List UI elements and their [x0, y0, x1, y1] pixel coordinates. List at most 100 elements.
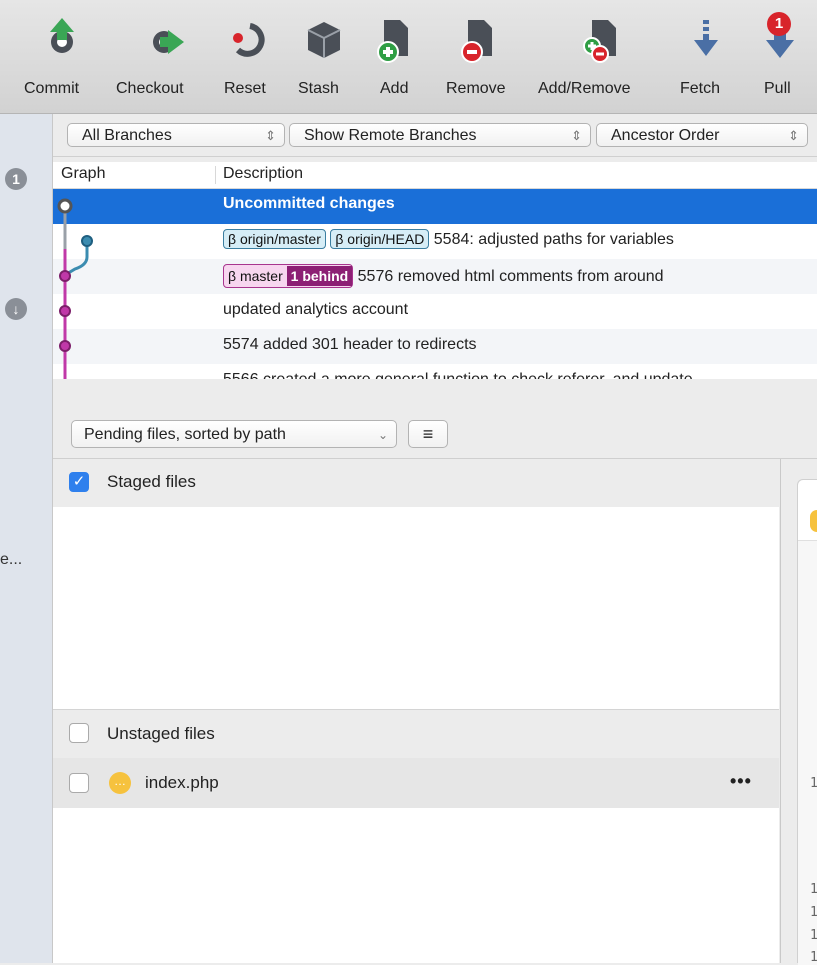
commit-graph [57, 198, 93, 379]
graph-node-origin [81, 235, 93, 247]
commit-description-line: β origin/master β origin/HEAD 5584: adju… [223, 229, 674, 249]
reset-label: Reset [224, 80, 266, 97]
branch-tag-label: master [239, 268, 283, 284]
branch-icon: β [228, 268, 240, 284]
add-remove-label: Add/Remove [538, 80, 631, 97]
graph-node-uncommitted [57, 198, 73, 214]
commit-description: Uncommitted changes [223, 195, 395, 212]
download-icon: ↓ [5, 298, 27, 320]
remove-file-icon [461, 20, 492, 63]
reset-icon [233, 23, 265, 57]
chevron-down-icon: ⌄ [377, 428, 388, 442]
sidebar: 1 ↓ e... [0, 114, 53, 963]
fetch-button[interactable] [686, 16, 726, 66]
description-column-header[interactable]: Description [223, 165, 303, 183]
staged-files-list [53, 507, 779, 708]
files-pane: ✓ Staged files Unstaged files … index.ph… [53, 459, 779, 963]
diff-gutter [798, 540, 817, 965]
diff-pane: 1 1 1 1 1 [780, 459, 817, 965]
chevron-updown-icon: ⇕ [788, 128, 799, 143]
fetch-label: Fetch [680, 80, 721, 97]
stash-label: Stash [298, 80, 339, 97]
commit-row-uncommitted[interactable]: Uncommitted changes [53, 189, 817, 224]
file-checkbox[interactable] [69, 773, 89, 793]
unstaged-files-list [53, 808, 779, 963]
diff-panel: 1 1 1 1 1 [797, 479, 817, 965]
checkout-label: Checkout [116, 80, 184, 97]
fetch-arrow-icon [694, 20, 718, 56]
commit-message: 5584: adjusted paths for variables [433, 231, 674, 248]
reset-button[interactable] [228, 16, 272, 64]
add-button[interactable] [374, 16, 414, 66]
remove-label: Remove [446, 80, 506, 97]
file-name: index.php [145, 773, 219, 792]
commit-list-header: Graph Description [53, 162, 817, 189]
commit-icon [50, 18, 74, 53]
commit-message: 5574 added 301 header to redirects [223, 336, 477, 353]
checkout-button[interactable] [146, 16, 190, 64]
commit-row[interactable]: updated analytics account [53, 294, 817, 329]
staged-files-checkbox[interactable]: ✓ [69, 472, 89, 492]
branches-select[interactable]: All Branches ⇕ [67, 123, 285, 147]
graph-node [59, 340, 71, 352]
pull-count-badge: 1 [767, 12, 791, 36]
commit-message: 5566 created a more general function to … [223, 371, 693, 379]
branch-tag-label: origin/master [239, 231, 321, 247]
branch-icon: β [335, 231, 348, 247]
column-divider[interactable] [215, 166, 216, 184]
graph-line-origin [64, 241, 89, 277]
branch-tag-label: origin/HEAD [347, 231, 425, 247]
remote-branches-select[interactable]: Show Remote Branches ⇕ [289, 123, 591, 147]
branch-tag[interactable]: β origin/HEAD [330, 229, 430, 249]
commit-description-line: β master 1 behind 5576 removed html comm… [223, 264, 664, 288]
commit-button[interactable] [42, 16, 82, 64]
unstaged-files-header: Unstaged files [53, 709, 779, 758]
order-select[interactable]: Ancestor Order ⇕ [596, 123, 808, 147]
stash-button[interactable] [302, 16, 346, 64]
commit-row[interactable]: β origin/master β origin/HEAD 5584: adju… [53, 224, 817, 259]
graph-node [59, 270, 71, 282]
commit-row[interactable]: 5574 added 301 header to redirects [53, 329, 817, 364]
list-lines-icon: ≡ [422, 424, 434, 444]
pending-sort-label: Pending files, sorted by path [84, 426, 286, 443]
pending-sort-select[interactable]: Pending files, sorted by path ⌄ [71, 420, 397, 448]
file-row[interactable]: … index.php ••• [53, 758, 779, 808]
branch-icon: β [228, 231, 240, 247]
line-number: 1 [810, 776, 817, 791]
branch-tag[interactable]: β master 1 behind [223, 264, 354, 288]
add-remove-file-icon [583, 20, 616, 63]
line-number: 1 [810, 882, 817, 897]
chevron-updown-icon: ⇕ [571, 128, 582, 143]
add-file-icon [377, 20, 408, 63]
pull-label: Pull [764, 80, 791, 97]
staged-files-header: ✓ Staged files [53, 459, 779, 507]
ahead-count-badge: 1 [5, 168, 27, 190]
commit-message: 5576 removed html comments from around [357, 268, 664, 285]
sidebar-truncated-label: e... [0, 551, 23, 568]
pending-files-bar: Pending files, sorted by path ⌄ ≡ [53, 410, 817, 459]
commit-row[interactable]: β master 1 behind 5576 removed html comm… [53, 259, 817, 294]
behind-count-badge: 1 behind [286, 266, 353, 286]
graph-node [59, 305, 71, 317]
order-select-label: Ancestor Order [611, 127, 720, 144]
view-options-button[interactable]: ≡ [408, 420, 448, 448]
remove-button[interactable] [458, 16, 498, 66]
add-remove-button[interactable] [580, 16, 620, 66]
graph-column-header[interactable]: Graph [61, 165, 105, 183]
stash-icon [307, 22, 341, 58]
branches-select-label: All Branches [82, 127, 172, 144]
staged-files-label: Staged files [107, 472, 196, 491]
add-label: Add [380, 80, 409, 97]
modified-status-icon: … [109, 772, 131, 794]
commit-label: Commit [24, 80, 80, 97]
more-options-icon[interactable]: ••• [730, 771, 752, 792]
branch-tag[interactable]: β origin/master [223, 229, 326, 249]
remote-select-label: Show Remote Branches [304, 127, 477, 144]
file-status-icon [810, 510, 817, 532]
commit-message: updated analytics account [223, 301, 409, 318]
unstaged-files-checkbox[interactable] [69, 723, 89, 743]
line-number: 1 [810, 928, 817, 943]
checkout-icon [153, 30, 184, 54]
commit-row[interactable]: 5566 created a more general function to … [53, 364, 817, 379]
line-number: 1 [810, 905, 817, 920]
